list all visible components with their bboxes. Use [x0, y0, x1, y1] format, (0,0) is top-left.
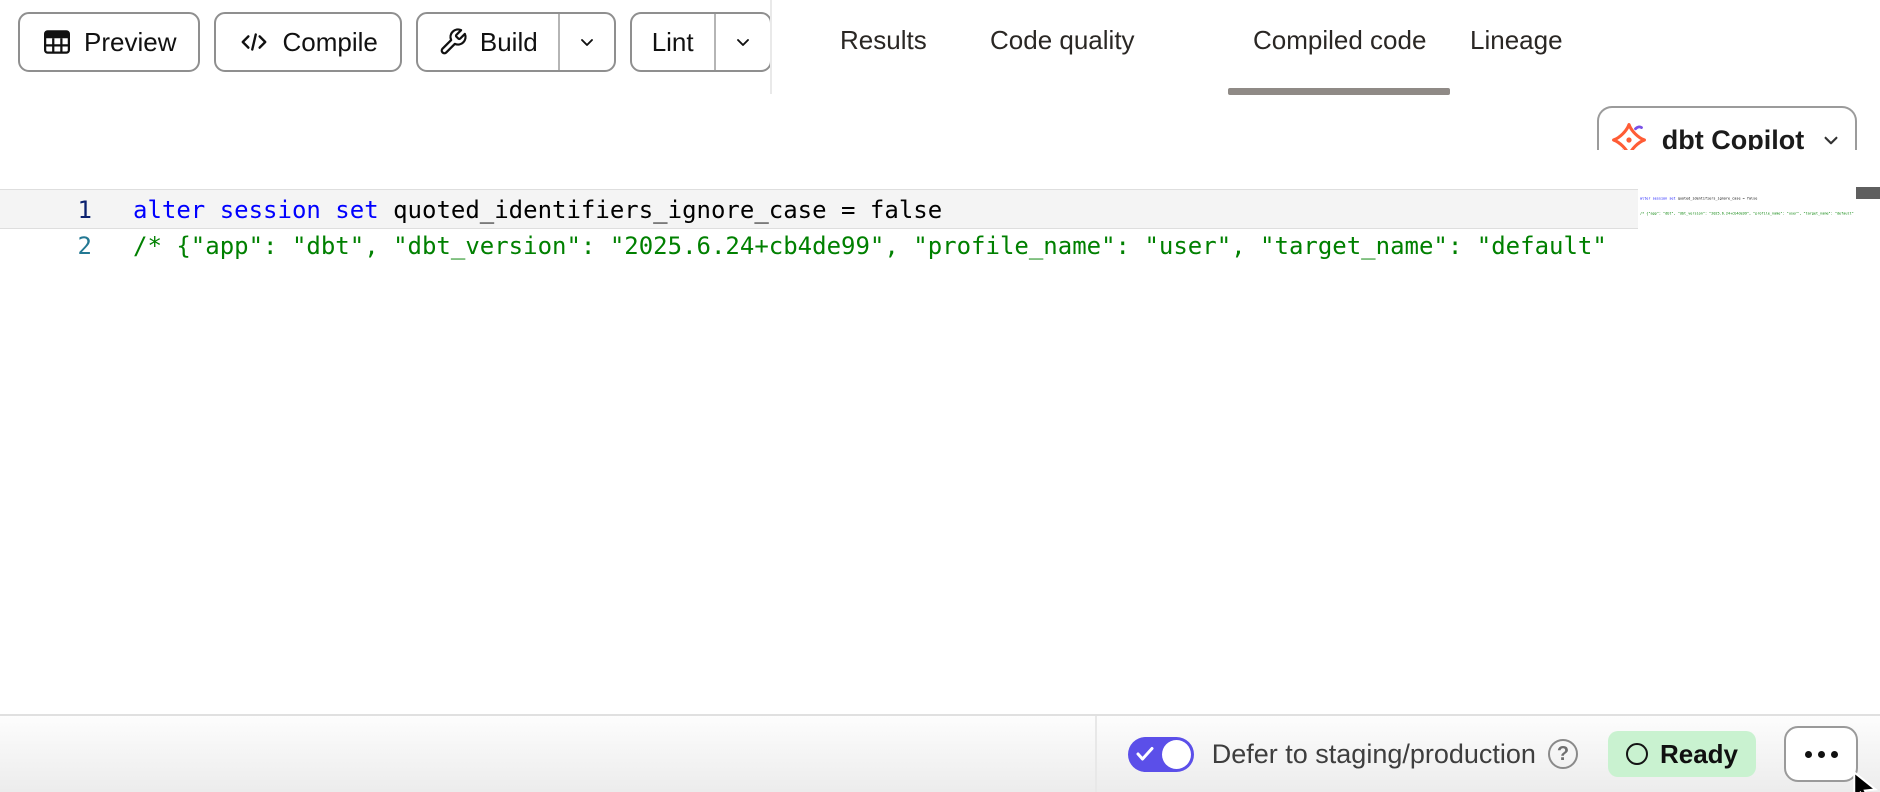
statusbar-divider: [1095, 716, 1097, 792]
active-tab-underline: [1228, 88, 1450, 95]
sql-comment: /* {"app": "dbt", "dbt_version": "2025.6…: [133, 232, 1607, 260]
ellipsis-icon: [1805, 751, 1838, 758]
toggle-knob: [1162, 740, 1191, 769]
compile-button[interactable]: Compile: [214, 12, 401, 72]
toolbar-button-row: Preview Compile: [18, 12, 772, 72]
minimap-content: alter session set quoted_identifiers_ign…: [1640, 186, 1856, 225]
minimap[interactable]: alter session set quoted_identifiers_ign…: [1640, 186, 1856, 706]
build-dropdown-button[interactable]: [558, 14, 614, 70]
defer-toggle[interactable]: [1128, 737, 1194, 772]
lint-dropdown-button[interactable]: [714, 14, 770, 70]
tab-results[interactable]: Results: [840, 25, 927, 56]
chevron-down-icon: [575, 30, 599, 54]
build-button-label: Build: [480, 27, 538, 58]
line-number: 2: [0, 229, 92, 263]
mouse-cursor: [1850, 771, 1880, 792]
build-button[interactable]: Build: [418, 14, 558, 70]
preview-button[interactable]: Preview: [18, 12, 200, 72]
status-bar: Defer to staging/production ? Ready: [0, 714, 1880, 792]
line-number: 1: [0, 193, 92, 227]
scrollbar-thumb[interactable]: [1856, 187, 1880, 199]
build-button-group: Build: [416, 12, 616, 72]
code-line: 1 alter session set quoted_identifiers_i…: [0, 193, 1638, 227]
code-line-text: alter session set quoted_identifiers_ign…: [133, 193, 942, 227]
help-icon[interactable]: ?: [1548, 739, 1578, 769]
toolbar: Preview Compile: [0, 0, 1880, 96]
minimap-line: /* {"app": "dbt", "dbt_version": "2025.6…: [1640, 211, 1854, 215]
status-circle-icon: [1626, 743, 1648, 765]
code-editor[interactable]: 1 alter session set quoted_identifiers_i…: [0, 150, 1880, 714]
dbt-ide-root: Preview Compile: [0, 0, 1880, 792]
defer-label: Defer to staging/production: [1212, 739, 1536, 770]
tab-compiled-code[interactable]: Compiled code: [1253, 25, 1426, 56]
compile-button-label: Compile: [282, 27, 377, 58]
sql-code: quoted_identifiers_ignore_case = false: [379, 196, 943, 224]
ready-status-badge: Ready: [1608, 731, 1756, 777]
preview-button-label: Preview: [84, 27, 176, 58]
tab-code-quality[interactable]: Code quality: [990, 25, 1135, 56]
code-line-text: /* {"app": "dbt", "dbt_version": "2025.6…: [133, 229, 1607, 263]
toolbar-divider: [770, 0, 772, 94]
check-icon: [1136, 746, 1154, 762]
chevron-down-icon: [731, 30, 755, 54]
code-icon: [238, 27, 270, 57]
lint-button-label: Lint: [652, 27, 694, 58]
sql-keyword: alter session set: [133, 196, 379, 224]
table-icon: [42, 27, 72, 57]
minimap-line: alter session set: [1640, 196, 1676, 200]
code-line: 2 /* {"app": "dbt", "dbt_version": "2025…: [0, 229, 1638, 263]
lint-button[interactable]: Lint: [632, 14, 714, 70]
ready-label: Ready: [1660, 739, 1738, 770]
overflow-menu-button[interactable]: [1784, 726, 1858, 782]
lint-button-group: Lint: [630, 12, 772, 72]
tab-lineage[interactable]: Lineage: [1470, 25, 1563, 56]
wrench-icon: [438, 27, 468, 57]
